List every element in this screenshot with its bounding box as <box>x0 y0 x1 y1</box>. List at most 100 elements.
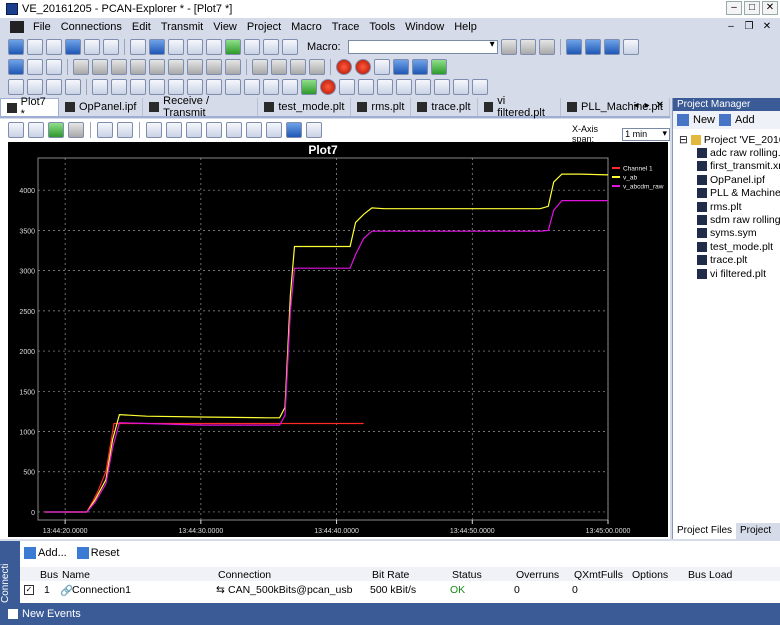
slider-icon[interactable] <box>149 79 165 95</box>
layout-icon[interactable] <box>246 122 262 138</box>
col-bit-rate[interactable]: Bit Rate <box>372 569 409 581</box>
snapshot-icon[interactable] <box>306 122 322 138</box>
receive-icon[interactable] <box>168 39 184 55</box>
col-options[interactable]: Options <box>632 569 668 581</box>
pm-add-button[interactable]: Add <box>735 114 755 126</box>
text-control-icon[interactable] <box>396 79 412 95</box>
col-connection[interactable]: Connection <box>218 569 271 581</box>
new-file-icon[interactable] <box>677 114 689 126</box>
tab-rms[interactable]: rms.plt <box>351 98 412 116</box>
transmit-icon[interactable] <box>187 39 203 55</box>
symbols-icon[interactable] <box>206 39 222 55</box>
mail-icon[interactable] <box>252 59 268 75</box>
collapse-icon[interactable]: ⊟ <box>679 134 688 146</box>
paste-icon[interactable] <box>168 59 184 75</box>
table-row[interactable]: ✓ 1 🔗 Connection1 ⇆ CAN_500kBits@pcan_us… <box>20 582 780 598</box>
pointer-icon[interactable] <box>472 79 488 95</box>
open-icon[interactable] <box>27 39 43 55</box>
stop-icon[interactable] <box>393 59 409 75</box>
menu-edit[interactable]: Edit <box>127 21 156 33</box>
new-events-bar[interactable]: New Events <box>0 603 780 625</box>
tab-scroll-left-icon[interactable]: ◂ <box>634 100 639 111</box>
save-trace-icon[interactable] <box>412 59 428 75</box>
window-icon[interactable] <box>149 39 165 55</box>
plot-settings-icon[interactable] <box>8 122 24 138</box>
save-all-icon[interactable] <box>84 39 100 55</box>
image-control-icon[interactable] <box>415 79 431 95</box>
project-file-item[interactable]: syms.sym <box>679 227 780 240</box>
macro-select[interactable] <box>347 39 498 54</box>
minimize-button[interactable]: – <box>726 1 742 15</box>
tab-oppanel[interactable]: OpPanel.ipf <box>59 98 144 116</box>
about-icon[interactable] <box>622 39 639 55</box>
tab-project-files[interactable]: Project Files <box>673 523 737 539</box>
menu-window[interactable]: Window <box>400 21 449 33</box>
panel-icon[interactable] <box>244 39 260 55</box>
tab-scroll-right-icon[interactable]: ▸ <box>645 100 650 111</box>
plot-pause-icon[interactable] <box>68 122 84 138</box>
help-index-icon[interactable] <box>584 39 601 55</box>
close-button[interactable]: ✕ <box>762 1 778 15</box>
mdi-close-icon[interactable]: ✕ <box>760 20 774 34</box>
col-overruns[interactable]: Overruns <box>516 569 559 581</box>
number-icon[interactable] <box>111 79 127 95</box>
macro-run-icon[interactable] <box>500 39 517 55</box>
add-file-icon[interactable] <box>719 114 732 126</box>
reply-icon[interactable] <box>290 59 306 75</box>
redo-icon[interactable] <box>206 59 222 75</box>
zoom-rect-icon[interactable] <box>206 122 222 138</box>
tab-plot7[interactable]: Plot7 * <box>0 96 59 120</box>
mdi-minimize-icon[interactable]: – <box>724 20 738 34</box>
plot-run-icon[interactable] <box>48 122 64 138</box>
label-control-icon[interactable] <box>377 79 393 95</box>
col-qxmtfulls[interactable]: QXmtFulls <box>574 569 623 581</box>
tab-vi-filtered[interactable]: vi filtered.plt <box>478 95 562 119</box>
find-icon[interactable] <box>225 59 241 75</box>
trace-icon[interactable] <box>263 39 279 55</box>
check-icon[interactable] <box>73 59 89 75</box>
pan-icon[interactable] <box>97 122 113 138</box>
digital-display-icon[interactable] <box>92 79 108 95</box>
tab-trace[interactable]: trace.plt <box>411 98 478 116</box>
menu-trace[interactable]: Trace <box>327 21 365 33</box>
save-icon[interactable] <box>65 39 81 55</box>
project-file-item[interactable]: adc raw rolling.pl <box>679 146 780 159</box>
tab-receive-transmit[interactable]: Receive / Transmit <box>143 95 259 119</box>
menu-project[interactable]: Project <box>242 21 286 33</box>
tab-close-icon[interactable]: ✕ <box>656 100 664 111</box>
record-icon[interactable] <box>336 59 352 75</box>
wrench-icon[interactable] <box>286 122 302 138</box>
counter-icon[interactable] <box>434 79 450 95</box>
project-file-item[interactable]: trace.plt <box>679 254 780 267</box>
connect-icon[interactable] <box>8 59 24 75</box>
properties-icon[interactable] <box>130 39 146 55</box>
project-file-item[interactable]: OpPanel.ipf <box>679 173 780 186</box>
undo-icon[interactable] <box>92 59 108 75</box>
cut-icon[interactable] <box>130 59 146 75</box>
led-green-icon[interactable] <box>301 79 317 95</box>
col-bus[interactable]: Bus <box>40 569 58 581</box>
clock-icon[interactable] <box>225 79 241 95</box>
new-icon[interactable] <box>8 39 24 55</box>
project-file-item[interactable]: PLL & Machine.pl <box>679 187 780 200</box>
battery-icon[interactable] <box>130 79 146 95</box>
pause-icon[interactable] <box>374 59 390 75</box>
menu-view[interactable]: View <box>208 21 242 33</box>
tab-project[interactable]: Project <box>736 523 775 539</box>
menu-file[interactable]: File <box>28 21 56 33</box>
select-pointer-icon[interactable] <box>186 122 202 138</box>
menu-help[interactable]: Help <box>449 21 482 33</box>
grid-icon[interactable] <box>282 39 298 55</box>
maximize-button[interactable]: □ <box>744 1 760 15</box>
zoom-in-icon[interactable] <box>166 122 182 138</box>
help-icon[interactable] <box>565 39 582 55</box>
col-name[interactable]: Name <box>62 569 90 581</box>
menu-tools[interactable]: Tools <box>364 21 400 33</box>
reset-connection-button[interactable]: Reset <box>76 547 120 560</box>
knob-icon[interactable] <box>168 79 184 95</box>
play-icon[interactable] <box>431 59 447 75</box>
help-search-icon[interactable] <box>603 39 620 55</box>
plot-chart[interactable]: Plot7 0 500 1000 1500 2000 2500 3000 3500 4000 13:… <box>8 142 668 537</box>
project-file-item[interactable]: sdm raw rolling.p <box>679 213 780 226</box>
macro-stop-icon[interactable] <box>538 39 555 55</box>
